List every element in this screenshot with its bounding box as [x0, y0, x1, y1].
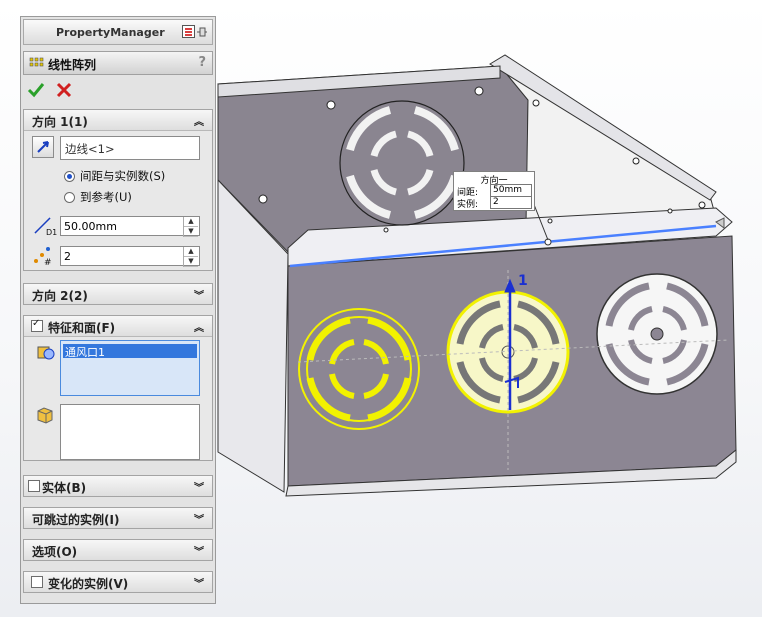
edge-value: 边线<1> — [65, 142, 115, 156]
callout-count-value: 2 — [493, 197, 499, 207]
feature-title: 线性阵列 — [48, 58, 97, 72]
bodies-checkbox[interactable] — [28, 480, 40, 492]
options-title: 选项(O) — [32, 545, 78, 559]
features-title: 特征和面(F) — [48, 321, 116, 335]
spacing-value: 50.00mm — [64, 220, 117, 233]
bodies-header[interactable]: 实体(B) ︾ — [24, 476, 212, 496]
bodies-title: 实体(B) — [42, 481, 87, 495]
graphics-viewport[interactable]: 1 — [216, 0, 762, 617]
vent-pattern-preview[interactable] — [446, 290, 570, 414]
features-header[interactable]: 特征和面(F) ︽ — [24, 316, 212, 337]
back-vent — [339, 100, 465, 226]
direction1-title: 方向 1(1) — [32, 115, 88, 129]
cancel-x-icon[interactable] — [55, 81, 73, 99]
faces-list[interactable] — [60, 404, 200, 460]
ok-cancel-bar — [27, 81, 87, 101]
pin-icon[interactable] — [182, 25, 208, 39]
instances-value: 2 — [64, 250, 71, 263]
feature-header: 线性阵列 ? — [23, 51, 213, 75]
property-manager-panel: PropertyManager 线性阵列 ? 方向 1(1) ︽ 边线<1> 间… — [20, 16, 216, 604]
options-header[interactable]: 选项(O) ︾ — [24, 540, 212, 560]
direction1-edge-field[interactable]: 边线<1> — [60, 136, 200, 160]
direction1-group: 方向 1(1) ︽ 边线<1> 间距与实例数(S) 到参考(U) D1 50.0… — [23, 109, 213, 271]
expand-icon[interactable]: ︾ — [194, 575, 204, 590]
spacing-sub-label: D1 — [46, 228, 58, 237]
radio-up-to-reference[interactable] — [64, 192, 75, 203]
features-checkbox[interactable] — [31, 318, 43, 332]
callout-count-input[interactable]: 2 — [490, 196, 532, 209]
expand-icon[interactable]: ︾ — [194, 479, 204, 494]
varied-checkbox[interactable] — [31, 576, 43, 588]
expand-icon[interactable]: ︾ — [194, 511, 204, 526]
radio-spacing-label: 间距与实例数(S) — [80, 169, 166, 183]
varied-header[interactable]: 变化的实例(V) ︾ — [24, 572, 212, 592]
direction-callout[interactable]: 方向一 间距: 50mm 实例: 2 — [453, 171, 535, 211]
callout-spacing-value: 50mm — [493, 185, 522, 195]
property-manager-header: PropertyManager — [23, 19, 213, 45]
skip-instances-group[interactable]: 可跳过的实例(I) ︾ — [23, 507, 213, 529]
instances-input[interactable]: 2 ▲ ▼ — [60, 246, 200, 267]
radio-spacing-instances[interactable] — [64, 171, 75, 182]
features-faces-group: 特征和面(F) ︽ 通风口1 — [23, 315, 213, 461]
reverse-direction-icon — [37, 141, 49, 153]
features-to-pattern-icon — [37, 346, 55, 360]
list-item-selected[interactable]: 通风口1 — [63, 344, 197, 359]
arrow-label: 1 — [518, 273, 528, 289]
spacing-spinner[interactable]: ▲ ▼ — [183, 217, 198, 237]
varied-instances-group[interactable]: 变化的实例(V) ︾ — [23, 571, 213, 593]
features-list[interactable]: 通风口1 — [60, 340, 200, 396]
collapse-icon[interactable]: ︽ — [194, 319, 204, 334]
bodies-group[interactable]: 实体(B) ︾ — [23, 475, 213, 497]
linear-pattern-icon — [29, 57, 44, 67]
spacing-input[interactable]: 50.00mm ▲ ▼ — [60, 216, 200, 237]
collapse-icon[interactable]: ︽ — [194, 113, 204, 128]
list-item-label: 通风口1 — [65, 346, 105, 359]
instances-spinner[interactable]: ▲ ▼ — [183, 247, 198, 267]
skip-header[interactable]: 可跳过的实例(I) ︾ — [24, 508, 212, 528]
ok-check-icon[interactable] — [27, 81, 45, 99]
varied-title: 变化的实例(V) — [48, 577, 129, 591]
reverse-direction-button[interactable] — [32, 136, 54, 158]
direction2-header[interactable]: 方向 2(2) ︾ — [24, 284, 212, 304]
direction1-header[interactable]: 方向 1(1) ︽ — [24, 110, 212, 131]
skip-title: 可跳过的实例(I) — [32, 513, 120, 527]
count-sub-label: # — [44, 258, 52, 268]
expand-icon[interactable]: ︾ — [194, 543, 204, 558]
help-button[interactable]: ? — [198, 55, 206, 70]
faces-icon — [37, 407, 53, 424]
direction2-group[interactable]: 方向 2(2) ︾ — [23, 283, 213, 305]
options-group[interactable]: 选项(O) ︾ — [23, 539, 213, 561]
direction2-title: 方向 2(2) — [32, 289, 88, 303]
expand-icon[interactable]: ︾ — [194, 287, 204, 302]
panel-title: PropertyManager — [56, 26, 165, 39]
vent-right — [596, 273, 718, 395]
radio-reference-label: 到参考(U) — [80, 190, 132, 204]
callout-count-label: 实例: — [457, 200, 479, 210]
